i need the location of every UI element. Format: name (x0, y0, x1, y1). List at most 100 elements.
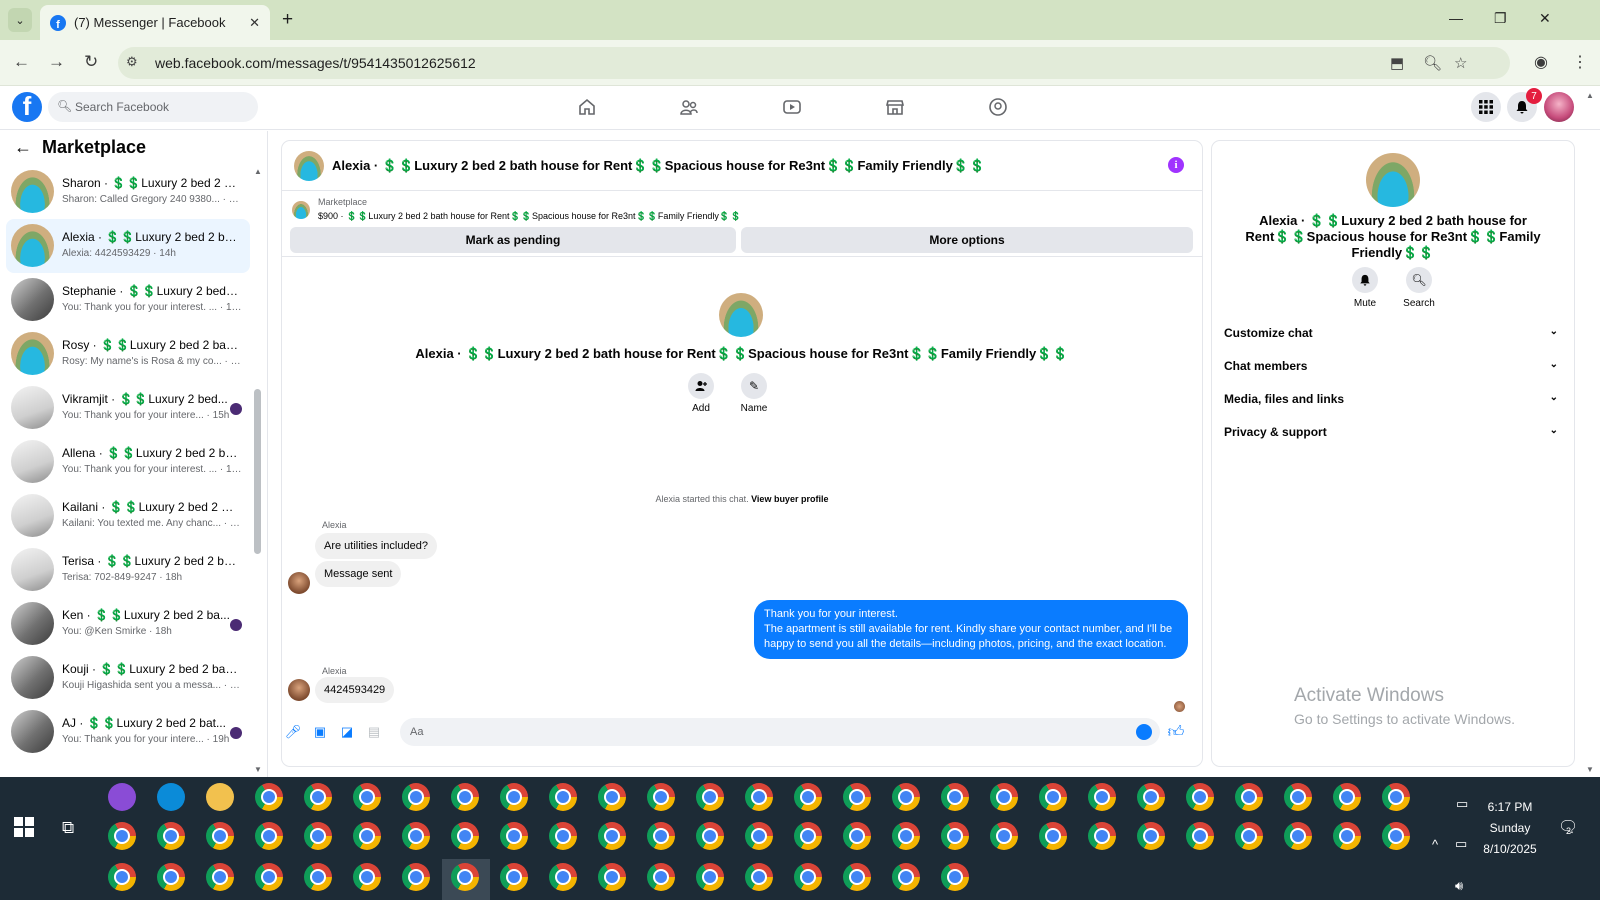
home-icon[interactable] (573, 94, 601, 120)
video-icon[interactable] (778, 94, 806, 120)
friends-icon[interactable] (675, 94, 703, 120)
chat-list-item[interactable]: Kouji · 💲💲Luxury 2 bed 2 bat... Kouji Hig… (6, 651, 250, 705)
chat-list-item[interactable]: Stephanie · 💲💲Luxury 2 bed ... You: Thank… (6, 273, 250, 327)
chrome-icon[interactable] (892, 822, 920, 850)
chrome-icon[interactable] (990, 783, 1018, 811)
chat-list-item[interactable]: AJ · 💲💲Luxury 2 bed 2 bat... You: Thank y… (6, 705, 250, 759)
chrome-icon[interactable] (500, 822, 528, 850)
photo-icon[interactable]: ▣ (312, 724, 328, 740)
chrome-icon[interactable] (304, 783, 332, 811)
chrome-icon[interactable] (1186, 822, 1214, 850)
mark-as-pending-button[interactable]: Mark as pending (290, 227, 736, 253)
windows-start-icon[interactable] (14, 817, 34, 837)
file-explorer-icon[interactable] (206, 783, 234, 811)
listing-thumbnail[interactable] (292, 201, 310, 219)
new-tab-button[interactable]: + (282, 9, 293, 31)
chrome-icon[interactable] (745, 863, 773, 891)
chrome-icon[interactable] (1186, 783, 1214, 811)
restore-icon[interactable]: ❐ (1494, 10, 1507, 27)
page-scroll-up-arrow[interactable]: ▲ (1586, 91, 1594, 100)
chrome-icon[interactable] (843, 783, 871, 811)
thumbs-up-icon[interactable]: 👍︎ (1168, 724, 1185, 741)
media-files-links-section[interactable]: Media, files and links ⌄ (1224, 392, 1562, 414)
chrome-icon[interactable] (451, 822, 479, 850)
meet-now-icon[interactable]: ▭ (1456, 796, 1468, 812)
chrome-icon[interactable] (1235, 783, 1263, 811)
incoming-message[interactable]: Are utilities included? (315, 533, 437, 559)
chrome-icon[interactable] (843, 822, 871, 850)
back-arrow-icon[interactable]: ← (14, 137, 32, 158)
site-info-icon[interactable]: ⚙ (126, 54, 138, 70)
chrome-icon[interactable] (549, 863, 577, 891)
chrome-icon[interactable] (157, 863, 185, 891)
edit-name-pencil-icon[interactable]: ✎ (741, 373, 767, 399)
chrome-icon[interactable] (1088, 783, 1116, 811)
edge-icon[interactable] (157, 783, 185, 811)
chrome-icon[interactable] (745, 783, 773, 811)
chrome-icon[interactable] (892, 863, 920, 891)
chrome-icon[interactable] (500, 783, 528, 811)
chat-list-item[interactable]: Sharon · 💲💲Luxury 2 bed 2 b... Sharon: Ca… (6, 165, 250, 219)
chrome-icon[interactable] (941, 783, 969, 811)
chrome-icon[interactable] (549, 822, 577, 850)
chat-list-item[interactable]: Rosy · 💲💲Luxury 2 bed 2 bat... Rosy: My n… (6, 327, 250, 381)
back-icon[interactable]: ← (13, 52, 30, 72)
copilot-icon[interactable] (108, 783, 136, 811)
chat-list-scrollbar[interactable] (254, 389, 261, 554)
chrome-icon[interactable] (1235, 822, 1263, 850)
minimize-icon[interactable]: — (1449, 10, 1463, 26)
chrome-icon[interactable] (941, 822, 969, 850)
chrome-icon[interactable] (696, 863, 724, 891)
chrome-icon[interactable] (1333, 822, 1361, 850)
chrome-icon[interactable] (304, 822, 332, 850)
chrome-icon[interactable] (794, 783, 822, 811)
scroll-up-arrow[interactable]: ▲ (254, 167, 262, 176)
chat-info-avatar[interactable] (1366, 153, 1420, 207)
chat-members-section[interactable]: Chat members ⌄ (1224, 359, 1562, 381)
privacy-support-section[interactable]: Privacy & support ⌄ (1224, 425, 1562, 447)
chrome-icon[interactable] (1088, 822, 1116, 850)
show-hidden-icons-chevron-icon[interactable]: ^ (1432, 837, 1438, 852)
chat-list-item[interactable]: Vikramjit · 💲💲Luxury 2 bed... You: Thank … (6, 381, 250, 435)
chrome-icon[interactable] (696, 783, 724, 811)
marketplace-icon[interactable] (881, 94, 909, 120)
zoom-icon[interactable]: 🔍︎ (1423, 54, 1442, 72)
chrome-icon[interactable] (451, 863, 479, 891)
chrome-icon[interactable] (353, 822, 381, 850)
conversation-profile-avatar[interactable] (719, 293, 763, 337)
task-view-icon[interactable]: ⧉ (62, 818, 74, 838)
gif-icon[interactable]: ▤ (366, 724, 382, 740)
chrome-icon[interactable] (745, 822, 773, 850)
volume-icon[interactable]: 🔊︎ (1455, 878, 1463, 894)
chrome-icon[interactable] (794, 822, 822, 850)
chat-list-item[interactable]: Allena · 💲💲Luxury 2 bed 2 ba... You: Than… (6, 435, 250, 489)
chrome-icon[interactable] (402, 783, 430, 811)
profile-icon[interactable]: ◉ (1534, 52, 1548, 72)
chrome-icon[interactable] (647, 783, 675, 811)
conversation-avatar[interactable] (294, 151, 324, 181)
chrome-icon[interactable] (941, 863, 969, 891)
chat-list-item[interactable]: Terisa · 💲💲Luxury 2 bed 2 bat... Terisa: … (6, 543, 250, 597)
page-scroll-down-arrow[interactable]: ▼ (1586, 765, 1594, 774)
taskbar-clock[interactable]: 6:17 PM Sunday 8/10/2025 (1470, 797, 1550, 860)
more-options-button[interactable]: More options (741, 227, 1193, 253)
browser-menu-icon[interactable]: ⋮ (1572, 52, 1588, 72)
message-input[interactable]: Aa (400, 718, 1160, 746)
chrome-icon[interactable] (1333, 783, 1361, 811)
window-close-icon[interactable]: ✕ (1539, 10, 1551, 27)
chrome-icon[interactable] (1039, 783, 1067, 811)
chrome-icon[interactable] (255, 863, 283, 891)
chat-list-item[interactable]: Alexia · 💲💲Luxury 2 bed 2 ba... Alexia: 4… (6, 219, 250, 273)
chrome-icon[interactable] (696, 822, 724, 850)
microphone-icon[interactable]: 🎤︎ (285, 724, 302, 740)
chrome-icon[interactable] (1039, 822, 1067, 850)
account-avatar[interactable] (1544, 92, 1574, 122)
customize-chat-section[interactable]: Customize chat ⌄ (1224, 326, 1562, 348)
chrome-icon[interactable] (108, 822, 136, 850)
scroll-down-arrow[interactable]: ▼ (254, 765, 262, 774)
install-app-icon[interactable]: ⬒ (1390, 54, 1404, 72)
chrome-icon[interactable] (500, 863, 528, 891)
chrome-icon[interactable] (990, 822, 1018, 850)
chrome-icon[interactable] (108, 863, 136, 891)
view-buyer-profile-link[interactable]: View buyer profile (751, 494, 828, 504)
